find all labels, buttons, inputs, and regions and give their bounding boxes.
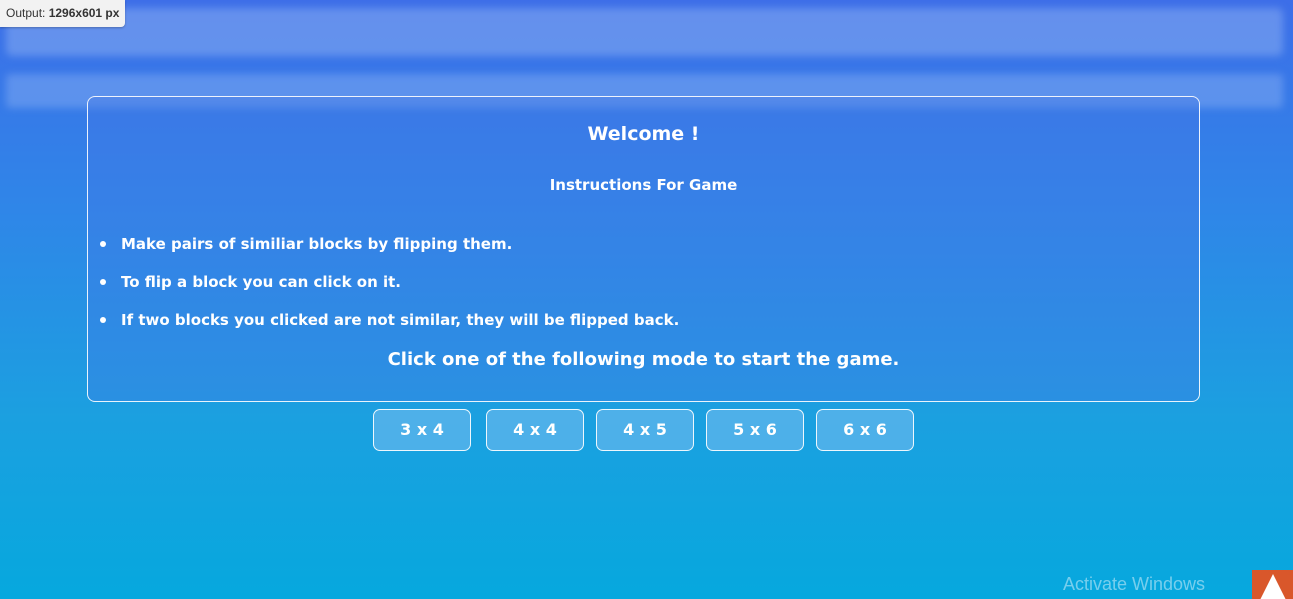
corner-arrow-icon[interactable] — [1252, 570, 1293, 599]
mode-5x6-button[interactable]: 5 x 6 — [706, 409, 804, 451]
instructions-list: Make pairs of similiar blocks by flippin… — [100, 235, 679, 349]
blurred-header — [6, 8, 1283, 56]
mode-3x4-button[interactable]: 3 x 4 — [373, 409, 471, 451]
mode-4x5-button[interactable]: 4 x 5 — [596, 409, 694, 451]
welcome-heading: Welcome ! — [587, 123, 700, 145]
start-prompt: Click one of the following mode to start… — [387, 349, 900, 370]
output-size-badge: Output: 1296x601 px — [0, 0, 126, 27]
mode-6x6-button[interactable]: 6 x 6 — [816, 409, 914, 451]
output-label: Output: — [6, 6, 49, 20]
instructions-heading: Instructions For Game — [549, 176, 738, 194]
instruction-text: If two blocks you clicked are not simila… — [121, 311, 680, 329]
instruction-item: If two blocks you clicked are not simila… — [100, 311, 679, 349]
activate-windows-watermark: Activate Windows — [1063, 574, 1206, 594]
mode-4x4-button[interactable]: 4 x 4 — [486, 409, 584, 451]
instruction-item: Make pairs of similiar blocks by flippin… — [100, 235, 679, 273]
instruction-text: Make pairs of similiar blocks by flippin… — [121, 235, 513, 253]
output-size: 1296x601 px — [48, 6, 120, 20]
instructions-panel: Welcome ! Instructions For Game Make pai… — [87, 96, 1200, 402]
instruction-item: To flip a block you can click on it. — [100, 273, 679, 311]
bullet-icon — [100, 317, 106, 323]
up-arrow-icon — [1260, 574, 1286, 599]
instruction-text: To flip a block you can click on it. — [121, 273, 401, 291]
bullet-icon — [100, 279, 106, 285]
bullet-icon — [100, 241, 106, 247]
